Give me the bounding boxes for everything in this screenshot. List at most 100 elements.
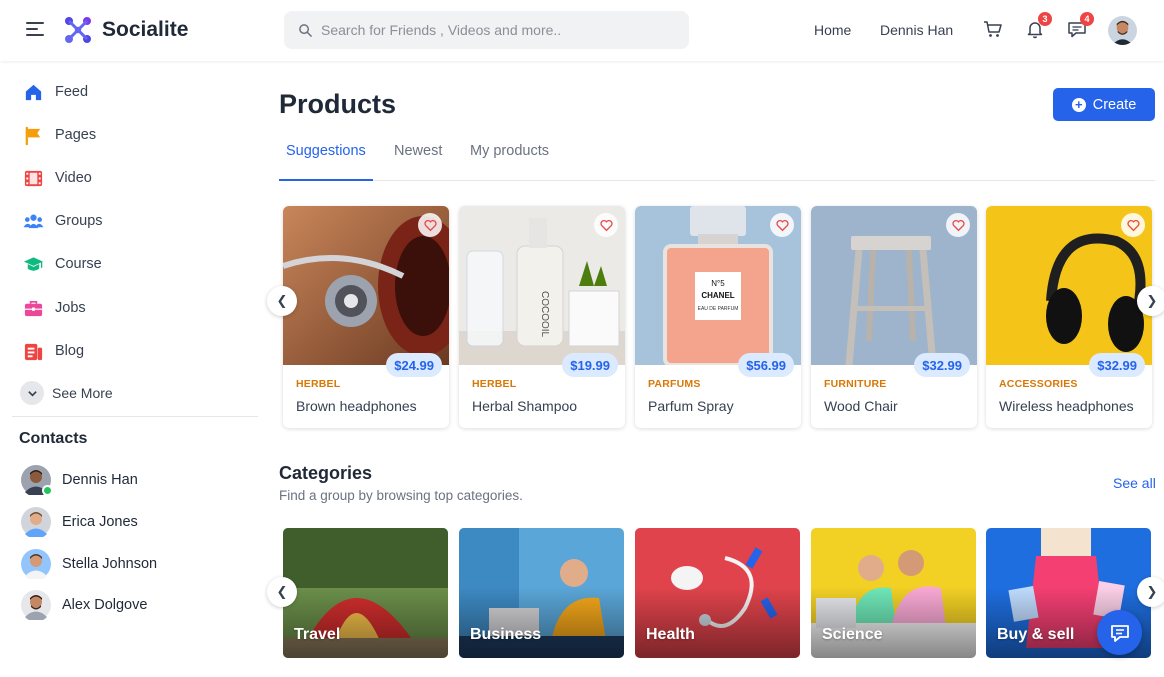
category-label: Science bbox=[822, 626, 883, 643]
favorite-button[interactable] bbox=[418, 213, 442, 237]
product-image: N°5 CHANEL EAU DE PARFUM bbox=[635, 206, 801, 365]
heart-icon bbox=[599, 219, 613, 231]
sidebar-item-video[interactable]: Video bbox=[22, 167, 92, 189]
contact-item[interactable]: Erica Jones bbox=[21, 507, 138, 539]
divider bbox=[12, 416, 258, 417]
category-card-travel[interactable]: Travel bbox=[283, 528, 448, 658]
chevron-down-icon bbox=[20, 381, 44, 405]
nav-home-link[interactable]: Home bbox=[814, 22, 851, 38]
messages-badge: 4 bbox=[1080, 12, 1094, 26]
search-input[interactable] bbox=[321, 22, 661, 38]
top-bar: Socialite Home Dennis Han 3 4 bbox=[0, 0, 1164, 61]
categories-prev-button[interactable]: ❮ bbox=[267, 577, 297, 607]
user-avatar[interactable] bbox=[1108, 16, 1137, 45]
category-card-health[interactable]: Health bbox=[635, 528, 800, 658]
users-icon bbox=[22, 210, 44, 232]
product-image: COCOOIL bbox=[459, 206, 625, 365]
products-prev-button[interactable]: ❮ bbox=[267, 286, 297, 316]
product-name: Wood Chair bbox=[824, 398, 898, 414]
menu-icon[interactable] bbox=[26, 22, 44, 38]
page-title: Products bbox=[279, 89, 397, 119]
product-category: HERBEL bbox=[296, 378, 341, 390]
contact-item[interactable]: Alex Dolgove bbox=[21, 590, 147, 622]
sidebar-item-feed[interactable]: Feed bbox=[22, 81, 88, 103]
product-image bbox=[811, 206, 977, 365]
sidebar-item-blog[interactable]: Blog bbox=[22, 340, 84, 362]
see-all-link[interactable]: See all bbox=[1113, 475, 1156, 491]
favorite-button[interactable] bbox=[946, 213, 970, 237]
avatar bbox=[21, 549, 51, 581]
category-label: Business bbox=[470, 626, 542, 643]
notifications-button[interactable]: 3 bbox=[1024, 12, 1052, 40]
favorite-button[interactable] bbox=[594, 213, 618, 237]
product-card[interactable]: $32.99 ACCESSORIES Wireless headphones bbox=[986, 206, 1152, 428]
tab-newest[interactable]: Newest bbox=[387, 141, 449, 181]
product-price: $56.99 bbox=[738, 353, 794, 377]
film-icon bbox=[22, 167, 44, 189]
products-next-button[interactable]: ❯ bbox=[1137, 286, 1164, 316]
product-name: Parfum Spray bbox=[648, 398, 734, 414]
plus-icon: + bbox=[1071, 97, 1086, 112]
graduation-cap-icon bbox=[22, 253, 44, 275]
see-more-label: See More bbox=[52, 385, 113, 401]
avatar bbox=[21, 507, 51, 539]
flag-icon bbox=[22, 124, 44, 146]
perfume-label-text: EAU DE PARFUM bbox=[698, 306, 739, 312]
perfume-label-text: CHANEL bbox=[701, 291, 734, 300]
chevron-left-icon: ❮ bbox=[276, 293, 288, 308]
sidebar-item-jobs[interactable]: Jobs bbox=[22, 297, 86, 319]
logo[interactable]: Socialite bbox=[62, 14, 188, 46]
shampoo-label-text: COCOOIL bbox=[539, 291, 550, 338]
product-card[interactable]: COCOOIL $19.99 HERBEL Herbal Shampoo bbox=[459, 206, 625, 428]
contact-item[interactable]: Dennis Han bbox=[21, 465, 138, 497]
sidebar-item-label: Feed bbox=[55, 84, 89, 100]
sidebar-item-course[interactable]: Course bbox=[22, 253, 102, 275]
sidebar-item-label: Jobs bbox=[55, 300, 86, 316]
heart-icon bbox=[951, 219, 965, 231]
category-label: Buy & sell bbox=[997, 626, 1075, 643]
cart-button[interactable] bbox=[982, 18, 1004, 40]
notifications-badge: 3 bbox=[1038, 12, 1052, 26]
product-name: Brown headphones bbox=[296, 398, 417, 414]
blog-icon bbox=[22, 340, 44, 362]
sidebar: Feed Pages Video Groups Course Jobs Blog… bbox=[0, 61, 270, 677]
avatar bbox=[21, 590, 51, 622]
sidebar-item-pages[interactable]: Pages bbox=[22, 124, 96, 146]
product-image bbox=[283, 206, 449, 365]
contact-name: Erica Jones bbox=[62, 514, 138, 530]
category-card-business[interactable]: Business bbox=[459, 528, 624, 658]
chat-button[interactable] bbox=[1097, 610, 1142, 655]
product-card[interactable]: $24.99 HERBEL Brown headphones bbox=[283, 206, 449, 428]
sidebar-item-label: Course bbox=[55, 256, 102, 272]
create-button-label: Create bbox=[1092, 96, 1137, 113]
tab-my-products[interactable]: My products bbox=[463, 141, 556, 181]
messages-button[interactable]: 4 bbox=[1066, 12, 1094, 40]
product-category: HERBEL bbox=[472, 378, 517, 390]
product-card[interactable]: $32.99 FURNITURE Wood Chair bbox=[811, 206, 977, 428]
chevron-right-icon: ❯ bbox=[1146, 293, 1158, 308]
create-button[interactable]: + Create bbox=[1053, 88, 1155, 121]
favorite-button[interactable] bbox=[1121, 213, 1145, 237]
product-category: FURNITURE bbox=[824, 378, 887, 390]
search-icon bbox=[299, 23, 312, 37]
product-card[interactable]: N°5 CHANEL EAU DE PARFUM $56.99 PARFUMS Pa… bbox=[635, 206, 801, 428]
product-image bbox=[986, 206, 1152, 365]
contact-item[interactable]: Stella Johnson bbox=[21, 549, 157, 581]
contacts-title: Contacts bbox=[19, 430, 88, 447]
heart-icon bbox=[1126, 219, 1140, 231]
favorite-button[interactable] bbox=[770, 213, 794, 237]
category-card-science[interactable]: Science bbox=[811, 528, 976, 658]
see-more-button[interactable]: See More bbox=[20, 381, 113, 405]
category-label: Travel bbox=[294, 626, 341, 643]
categories-next-button[interactable]: ❯ bbox=[1137, 577, 1164, 607]
nav-profile-link[interactable]: Dennis Han bbox=[880, 22, 953, 38]
heart-icon bbox=[423, 219, 437, 231]
perfume-label-text: N°5 bbox=[711, 279, 725, 288]
sidebar-item-groups[interactable]: Groups bbox=[22, 210, 103, 232]
search-bar[interactable] bbox=[284, 11, 689, 49]
app-name: Socialite bbox=[102, 18, 189, 41]
online-indicator bbox=[42, 485, 53, 496]
contact-name: Dennis Han bbox=[62, 472, 138, 488]
tab-suggestions[interactable]: Suggestions bbox=[279, 141, 373, 181]
home-icon bbox=[22, 81, 44, 103]
